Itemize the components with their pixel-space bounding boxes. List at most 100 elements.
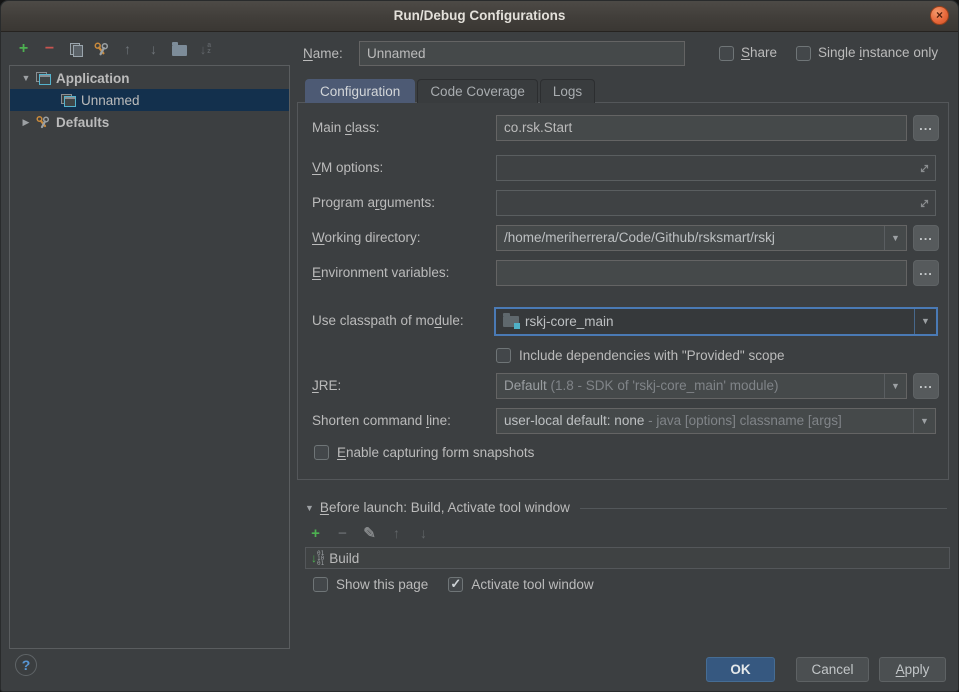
add-configuration-button[interactable]: + [15,40,32,58]
enable-capturing-checkbox[interactable]: ✓ [314,445,329,460]
tree-item-application[interactable]: ▼ Application [10,67,289,89]
tree-item-defaults[interactable]: ▶ Defaults [10,111,289,133]
pencil-icon: ✎ [363,524,376,542]
jre-label: JRE: [312,373,341,399]
dropdown-button[interactable]: ▼ [914,309,936,334]
chevron-down-icon: ▼ [920,409,929,433]
program-arguments-field[interactable] [496,190,936,216]
sort-az-icon: az [207,43,211,55]
share-checkbox[interactable]: ✓ [719,46,734,61]
jre-value: Default [504,378,547,393]
ellipsis-icon: ... [919,118,933,133]
run-debug-configurations-dialog: Run/Debug Configurations × + − ↑ ↓ ↓ az [0,0,959,692]
before-launch-header[interactable]: ▼ Before launch: Build, Activate tool wi… [305,500,947,515]
application-icon [36,72,51,84]
build-icon: ↓ 011001 [311,551,324,566]
before-launch-toolbar: + − ✎ ↑ ↓ [307,524,432,542]
name-input[interactable] [359,41,685,66]
shorten-value: user-local default: none [504,413,644,428]
collapsed-arrow-icon[interactable]: ▶ [20,117,32,128]
working-directory-label: Working directory: [312,225,421,251]
ellipsis-icon: ... [919,228,933,243]
share-label: Share [741,45,777,60]
shorten-command-line-combo[interactable]: user-local default: none - java [options… [496,408,936,434]
move-task-up-button[interactable]: ↑ [388,524,405,542]
ok-button[interactable]: OK [706,657,775,682]
chevron-down-icon: ▼ [921,309,930,334]
name-label: Name: [303,46,343,61]
copy-icon [70,43,81,56]
working-directory-combo[interactable]: /home/meriherrera/Code/Github/rsksmart/r… [496,225,907,251]
sort-icon: ↓ [200,42,207,57]
expand-field-icon[interactable] [919,198,930,209]
show-this-page-label: Show this page [336,577,428,592]
apply-button[interactable]: Apply [879,657,946,682]
separator-line [580,508,947,509]
plus-icon: + [19,40,28,58]
arrow-down-icon: ↓ [420,525,427,541]
tree-item-label: Defaults [56,115,109,130]
add-task-button[interactable]: + [307,524,324,542]
working-directory-browse-button[interactable]: ... [913,225,939,251]
expanded-arrow-icon[interactable]: ▼ [20,73,32,83]
question-icon: ? [22,657,31,673]
shorten-command-line-label: Shorten command line: [312,408,451,434]
title-bar[interactable]: Run/Debug Configurations × [1,1,958,32]
edit-task-button[interactable]: ✎ [361,524,378,542]
copy-configuration-button[interactable] [67,40,84,58]
jre-browse-button[interactable]: ... [913,373,939,399]
sort-configurations-button[interactable]: ↓ az [197,40,214,58]
create-folder-button[interactable] [171,40,188,58]
tree-item-label: Unnamed [81,93,140,108]
move-task-down-button[interactable]: ↓ [415,524,432,542]
environment-variables-browse-button[interactable]: ... [913,260,939,286]
jre-combo[interactable]: Default (1.8 - SDK of 'rskj-core_main' m… [496,373,907,399]
before-launch-task-build[interactable]: ↓ 011001 Build [305,547,950,569]
tab-configuration[interactable]: Configuration [305,79,415,103]
plus-icon: + [311,525,320,542]
before-launch-title: Before launch: Build, Activate tool wind… [320,500,570,515]
use-classpath-combo[interactable]: rskj-core_main ▼ [494,307,938,336]
window-title: Run/Debug Configurations [1,1,958,30]
jre-hint: (1.8 - SDK of 'rskj-core_main' module) [551,378,779,393]
main-class-value: co.rsk.Start [504,120,572,135]
main-class-browse-button[interactable]: ... [913,115,939,141]
dropdown-button[interactable]: ▼ [913,409,935,433]
remove-configuration-button[interactable]: − [41,40,58,58]
single-instance-checkbox[interactable]: ✓ [796,46,811,61]
help-button[interactable]: ? [15,654,37,676]
close-icon: × [936,8,943,22]
tab-bar: Configuration Code Coverage Logs [305,79,595,103]
main-class-label: Main class: [312,115,380,141]
close-button[interactable]: × [930,6,949,25]
tree-item-label: Application [56,71,130,86]
main-class-field[interactable]: co.rsk.Start [496,115,907,141]
include-dependencies-checkbox[interactable]: ✓ [496,348,511,363]
environment-variables-field[interactable] [496,260,907,286]
tab-logs[interactable]: Logs [540,79,595,103]
edit-defaults-button[interactable] [93,40,110,58]
move-up-button[interactable]: ↑ [119,40,136,58]
vm-options-field[interactable] [496,155,936,181]
cancel-button[interactable]: Cancel [796,657,869,682]
tree-item-unnamed[interactable]: Unnamed [10,89,289,111]
collapse-section-icon[interactable]: ▼ [305,503,314,513]
move-down-button[interactable]: ↓ [145,40,162,58]
tab-code-coverage[interactable]: Code Coverage [417,79,538,103]
expand-field-icon[interactable] [919,163,930,174]
ellipsis-icon: ... [919,263,933,278]
arrow-down-icon: ↓ [150,41,157,57]
dropdown-button[interactable]: ▼ [884,226,906,250]
show-this-page-checkbox[interactable]: ✓ [313,577,328,592]
shorten-hint: - java [options] classname [args] [648,413,842,428]
remove-task-button[interactable]: − [334,524,351,542]
use-classpath-label: Use classpath of module: [312,308,464,334]
dropdown-button[interactable]: ▼ [884,374,906,398]
single-instance-label: Single instance only [818,45,938,60]
wrench-icon [93,41,110,58]
check-icon: ✓ [450,576,461,592]
defaults-wrench-icon [35,115,51,130]
ellipsis-icon: ... [919,376,933,391]
arrow-up-icon: ↑ [393,525,400,541]
activate-tool-window-checkbox[interactable]: ✓ [448,577,463,592]
